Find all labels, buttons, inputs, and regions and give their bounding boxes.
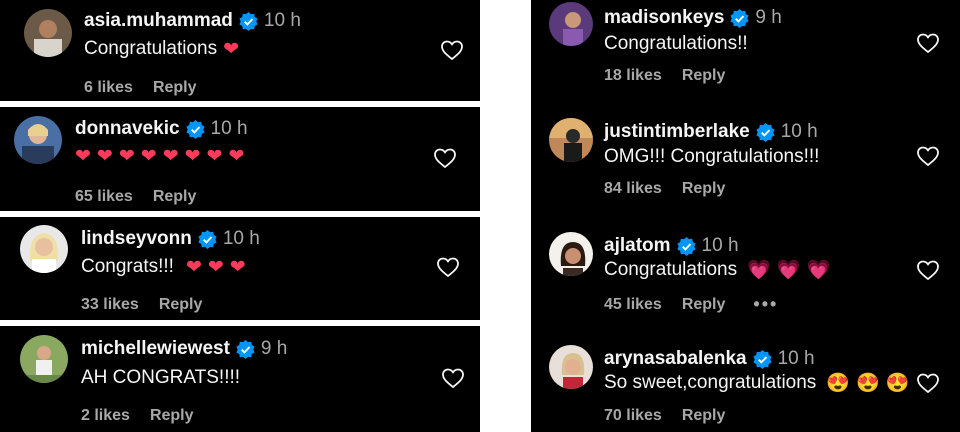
comment-text: AH CONGRATS!!!! — [81, 367, 240, 389]
like-heart-icon[interactable] — [916, 258, 940, 282]
timestamp: 10 h — [210, 118, 248, 139]
reply-button[interactable]: Reply — [159, 296, 203, 314]
heart-emoji: ❤ — [184, 146, 201, 167]
username[interactable]: madisonkeys — [604, 7, 724, 29]
username[interactable]: arynasabalenka — [604, 348, 747, 370]
comment-body: OMG!!! Congratulations!!! — [604, 146, 820, 167]
reply-button[interactable]: Reply — [682, 296, 726, 314]
likes-count[interactable]: 45 likes — [604, 296, 662, 314]
reply-button[interactable]: Reply — [682, 407, 726, 425]
username[interactable]: ajlatom — [604, 235, 671, 257]
heart-emoji: ❤ — [206, 146, 223, 167]
reply-button[interactable]: Reply — [682, 67, 726, 85]
username[interactable]: justintimberlake — [604, 121, 750, 143]
heart-emoji: ❤ — [162, 146, 179, 167]
verified-badge-icon — [676, 236, 696, 256]
likes-count[interactable]: 33 likes — [81, 296, 139, 314]
username[interactable]: asia.muhammad — [84, 10, 233, 32]
comment-text: So sweet,congratulations 😍 😍 😍 — [604, 372, 909, 394]
heart-emoji: ❤ — [228, 146, 245, 167]
like-heart-icon[interactable] — [441, 366, 465, 390]
comment-body: Congratulations — [604, 259, 738, 280]
likes-count[interactable]: 84 likes — [604, 180, 662, 198]
reply-button[interactable]: Reply — [150, 407, 194, 425]
heart-emoji: 💗 — [776, 259, 801, 281]
verified-badge-icon — [752, 349, 772, 369]
timestamp: 10 h — [701, 235, 739, 256]
verified-badge-icon — [236, 339, 255, 359]
likes-count[interactable]: 65 likes — [75, 188, 133, 206]
verified-badge-icon — [756, 122, 775, 142]
timestamp: 10 h — [222, 228, 260, 249]
comment-text: Congrats!!! ❤ ❤ ❤ — [81, 256, 246, 278]
heart-emoji: ❤ — [75, 146, 91, 167]
heart-eyes-emoji: 😍 — [855, 372, 880, 394]
like-heart-icon[interactable] — [916, 371, 940, 395]
likes-count[interactable]: 2 likes — [81, 407, 130, 425]
more-options-icon[interactable]: ••• — [753, 294, 778, 315]
comment-body: Congratulations!! — [604, 33, 748, 54]
verified-badge-icon — [730, 8, 750, 28]
timestamp: 10 h — [777, 348, 815, 369]
avatar[interactable] — [549, 232, 593, 276]
heart-emoji: ❤ — [140, 146, 157, 167]
avatar[interactable] — [549, 2, 593, 46]
like-heart-icon[interactable] — [440, 38, 464, 62]
comment-body: Congrats!!! — [81, 256, 174, 277]
avatar[interactable] — [24, 9, 72, 57]
comment-text: ❤ ❤ ❤ ❤ ❤ ❤ ❤ ❤ — [75, 147, 244, 166]
like-heart-icon[interactable] — [916, 144, 940, 168]
heart-emoji: ❤ — [207, 256, 224, 278]
comment-text: Congratulations 💗 💗 💗 — [604, 259, 830, 281]
heart-emoji: ❤ — [96, 146, 113, 167]
avatar[interactable] — [14, 116, 62, 164]
comment-text: Congratulations ❤ — [84, 38, 239, 60]
timestamp: 10 h — [780, 121, 818, 142]
comment-text: OMG!!! Congratulations!!! — [604, 146, 819, 168]
comment-body: Congratulations — [84, 38, 218, 59]
likes-count[interactable]: 6 likes — [84, 79, 133, 97]
comment-body: AH CONGRATS!!!! — [81, 367, 241, 388]
verified-badge-icon — [239, 11, 258, 31]
avatar[interactable] — [549, 118, 593, 162]
timestamp: 10 h — [263, 10, 301, 31]
reply-button[interactable]: Reply — [153, 188, 197, 206]
username[interactable]: lindseyvonn — [81, 228, 192, 250]
verified-badge-icon — [185, 119, 205, 139]
reply-button[interactable]: Reply — [153, 79, 197, 97]
timestamp: 9 h — [260, 338, 288, 359]
verified-badge-icon — [198, 229, 217, 249]
avatar[interactable] — [20, 225, 68, 273]
heart-emoji: ❤ — [185, 256, 202, 278]
like-heart-icon[interactable] — [916, 31, 940, 55]
comment-body: So sweet,congratulations — [604, 372, 817, 393]
timestamp: 9 h — [755, 7, 782, 28]
heart-emoji: ❤ — [229, 256, 246, 278]
heart-eyes-emoji: 😍 — [826, 372, 850, 394]
heart-emoji: ❤ — [118, 146, 135, 167]
username[interactable]: michellewiewest — [81, 338, 230, 360]
heart-emoji: 💗 — [747, 259, 771, 281]
heart-emoji: 💗 — [806, 259, 831, 281]
likes-count[interactable]: 18 likes — [604, 67, 662, 85]
comment-text: Congratulations!! — [604, 33, 748, 55]
avatar[interactable] — [549, 345, 593, 389]
reply-button[interactable]: Reply — [682, 180, 726, 198]
heart-eyes-emoji: 😍 — [885, 372, 910, 394]
like-heart-icon[interactable] — [433, 146, 457, 170]
username[interactable]: donnavekic — [75, 118, 180, 140]
avatar[interactable] — [20, 335, 68, 383]
like-heart-icon[interactable] — [436, 255, 460, 279]
heart-emoji: ❤ — [223, 38, 240, 60]
likes-count[interactable]: 70 likes — [604, 407, 662, 425]
